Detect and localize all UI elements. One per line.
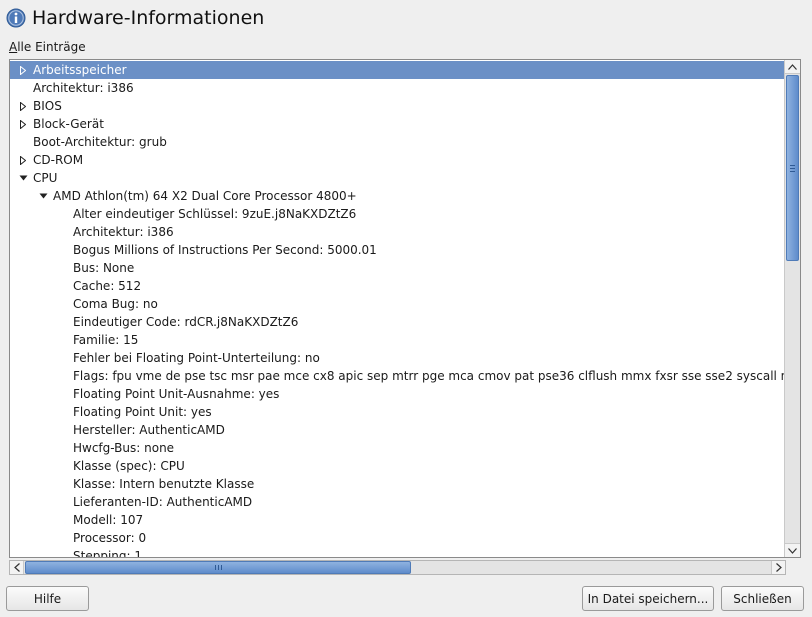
tree-row[interactable]: Alter eindeutiger Schlüssel: 9zuE.j8NaKX… (10, 205, 785, 223)
tree-row-label: Arbeitsspeicher (33, 63, 127, 77)
tree-row-label: Floating Point Unit-Ausnahme: yes (73, 387, 280, 401)
tree-row[interactable]: Bus: None (10, 259, 785, 277)
hardware-tree[interactable]: Arbeitsspeicher Architektur: i386 BIOS Bloc… (9, 59, 801, 558)
tree-row[interactable]: Klasse (spec): CPU (10, 457, 785, 475)
tree-row-label: CD-ROM (33, 153, 84, 167)
tree-row[interactable]: Klasse: Intern benutzte Klasse (10, 475, 785, 493)
title-row: Hardware-Informationen (6, 6, 264, 30)
tree-row[interactable]: Floating Point Unit: yes (10, 403, 785, 421)
help-button[interactable]: Hilfe (6, 586, 89, 611)
scroll-left-button[interactable] (10, 561, 24, 574)
tree-row-label: Eindeutiger Code: rdCR.j8NaKXDZtZ6 (73, 315, 299, 329)
horizontal-scroll-thumb[interactable] (25, 561, 411, 574)
triangle-right-icon[interactable] (18, 115, 28, 133)
vertical-scrollbar[interactable] (784, 60, 800, 557)
tree-row-label: Klasse: Intern benutzte Klasse (73, 477, 255, 491)
tree-row-label: Cache: 512 (73, 279, 142, 293)
tree-row-label: Block-Gerät (33, 117, 104, 131)
section-label-mnemonic: A (9, 40, 18, 54)
tree-row[interactable]: Lieferanten-ID: AuthenticAMD (10, 493, 785, 511)
tree-row-label: AMD Athlon(tm) 64 X2 Dual Core Processor… (53, 189, 357, 203)
triangle-down-icon[interactable] (18, 169, 28, 187)
tree-row[interactable]: Eindeutiger Code: rdCR.j8NaKXDZtZ6 (10, 313, 785, 331)
tree-row[interactable]: CD-ROM (10, 151, 785, 169)
tree-row-label: Bogus Millions of Instructions Per Secon… (73, 243, 377, 257)
tree-row[interactable]: BIOS (10, 97, 785, 115)
info-icon (6, 8, 26, 28)
scroll-down-button[interactable] (785, 543, 800, 557)
tree-list: Arbeitsspeicher Architektur: i386 BIOS Bloc… (10, 60, 785, 557)
tree-row[interactable]: Boot-Architektur: grub (10, 133, 785, 151)
grip-icon (214, 565, 222, 570)
tree-row[interactable]: Fehler bei Floating Point-Unterteilung: … (10, 349, 785, 367)
tree-row-label: Fehler bei Floating Point-Unterteilung: … (73, 351, 320, 365)
tree-row-label: Processor: 0 (73, 531, 147, 545)
tree-row-label: Floating Point Unit: yes (73, 405, 212, 419)
tree-row-label: Alter eindeutiger Schlüssel: 9zuE.j8NaKX… (73, 207, 357, 221)
tree-row-label: Bus: None (73, 261, 135, 275)
tree-row-label: Flags: fpu vme de pse tsc msr pae mce cx… (73, 369, 785, 383)
tree-row-label: CPU (33, 171, 58, 185)
tree-row-label: Klasse (spec): CPU (73, 459, 185, 473)
tree-row[interactable]: Floating Point Unit-Ausnahme: yes (10, 385, 785, 403)
arrow-up-icon (788, 63, 797, 70)
grip-icon (790, 164, 795, 172)
tree-row-label: Architektur: i386 (33, 81, 134, 95)
tree-row[interactable]: Modell: 107 (10, 511, 785, 529)
tree-row[interactable]: Hersteller: AuthenticAMD (10, 421, 785, 439)
tree-row[interactable]: Cache: 512 (10, 277, 785, 295)
tree-row[interactable]: Coma Bug: no (10, 295, 785, 313)
tree-row[interactable]: Familie: 15 (10, 331, 785, 349)
triangle-right-icon[interactable] (18, 151, 28, 169)
close-button[interactable]: Schließen (721, 586, 804, 611)
horizontal-scrollbar[interactable] (9, 560, 786, 575)
section-label: Alle Einträge (9, 40, 86, 54)
tree-row-label: Boot-Architektur: grub (33, 135, 167, 149)
arrow-right-icon (775, 563, 782, 572)
tree-row[interactable]: Hwcfg-Bus: none (10, 439, 785, 457)
section-label-text: lle Einträge (17, 40, 86, 54)
triangle-down-icon[interactable] (38, 187, 48, 205)
scroll-right-button[interactable] (771, 561, 785, 574)
save-to-file-button[interactable]: In Datei speichern... (582, 586, 714, 611)
tree-row-label: Lieferanten-ID: AuthenticAMD (73, 495, 253, 509)
tree-row[interactable]: Bogus Millions of Instructions Per Secon… (10, 241, 785, 259)
tree-row-label: Modell: 107 (73, 513, 144, 527)
vertical-scroll-thumb[interactable] (786, 75, 799, 261)
tree-row[interactable]: Architektur: i386 (10, 223, 785, 241)
tree-row[interactable]: Flags: fpu vme de pse tsc msr pae mce cx… (10, 367, 785, 385)
tree-row-label: Familie: 15 (73, 333, 139, 347)
arrow-down-icon (788, 547, 797, 554)
tree-row[interactable]: Stepping: 1 (10, 547, 785, 557)
tree-row[interactable]: Processor: 0 (10, 529, 785, 547)
tree-row-label: Architektur: i386 (73, 225, 174, 239)
tree-row[interactable]: AMD Athlon(tm) 64 X2 Dual Core Processor… (10, 187, 785, 205)
tree-row-label: Stepping: 1 (73, 549, 142, 557)
triangle-right-icon[interactable] (18, 61, 28, 79)
tree-row-label: Hwcfg-Bus: none (73, 441, 175, 455)
tree-row-label: BIOS (33, 99, 62, 113)
page-title: Hardware-Informationen (32, 7, 265, 29)
tree-row[interactable]: CPU (10, 169, 785, 187)
scroll-up-button[interactable] (785, 60, 800, 74)
tree-row[interactable]: Arbeitsspeicher (10, 61, 785, 79)
triangle-right-icon[interactable] (18, 97, 28, 115)
tree-row-label: Hersteller: AuthenticAMD (73, 423, 225, 437)
arrow-left-icon (13, 563, 20, 572)
tree-row-label: Coma Bug: no (73, 297, 158, 311)
tree-row[interactable]: Architektur: i386 (10, 79, 785, 97)
tree-row[interactable]: Block-Gerät (10, 115, 785, 133)
